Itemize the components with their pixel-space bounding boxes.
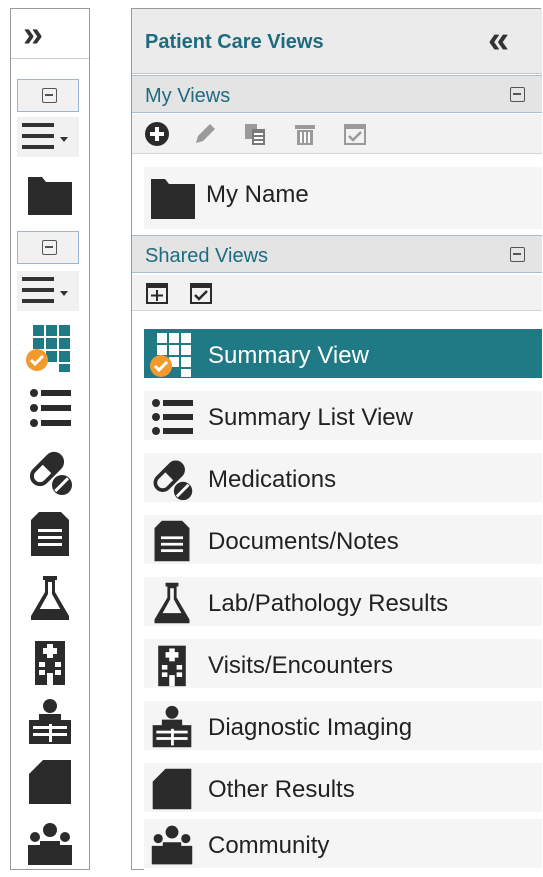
summary-grid-icon xyxy=(149,332,195,378)
page-icon xyxy=(149,766,195,812)
shared-view-label: Medications xyxy=(208,466,337,493)
flask-icon xyxy=(149,580,195,626)
shared-view-medications[interactable]: Medications xyxy=(144,453,542,504)
my-views-label: My Views xyxy=(145,85,231,107)
my-views-header[interactable]: My Views xyxy=(132,75,542,113)
shared-view-diagnostic-imaging[interactable]: Diagnostic Imaging xyxy=(144,701,542,752)
list-icon[interactable] xyxy=(25,383,75,433)
document-icon xyxy=(149,518,195,564)
add-icon[interactable] xyxy=(144,121,170,147)
shared-view-other-results[interactable]: Other Results xyxy=(144,763,542,814)
minimize-shared-views-button[interactable] xyxy=(17,231,79,264)
folder-icon xyxy=(149,175,197,221)
my-views-item[interactable]: My Name xyxy=(144,167,542,229)
shared-view-label: Community xyxy=(208,832,330,859)
shared-view-label: Lab/Pathology Results xyxy=(208,590,449,617)
document-icon[interactable] xyxy=(25,509,75,559)
shared-views-toolbar xyxy=(132,275,542,311)
hospital-icon xyxy=(149,642,195,688)
minimize-my-views-button[interactable] xyxy=(17,79,79,112)
shared-view-summary-list-view[interactable]: Summary List View xyxy=(144,391,542,442)
expand-sidebar-button[interactable]: » xyxy=(11,9,89,59)
list-icon xyxy=(149,394,195,440)
shared-views-menu-button[interactable] xyxy=(17,271,79,311)
shared-view-documents-notes[interactable]: Documents/Notes xyxy=(144,515,542,566)
my-views-folder-icon[interactable] xyxy=(25,169,75,219)
shared-view-lab-pathology-results[interactable]: Lab/Pathology Results xyxy=(144,577,542,628)
shared-view-label: Diagnostic Imaging xyxy=(208,714,413,741)
minimize-icon[interactable] xyxy=(510,247,525,262)
imaging-icon[interactable] xyxy=(25,697,75,747)
menu-dropdown-icon xyxy=(22,123,68,149)
patient-care-views-panel: Patient Care Views « My Views My Name Sh… xyxy=(131,8,542,870)
my-views-toolbar xyxy=(132,114,542,154)
shared-view-visits-encounters[interactable]: Visits/Encounters xyxy=(144,639,542,690)
my-views-item-label: My Name xyxy=(206,181,309,208)
collapsed-sidebar: » xyxy=(10,8,90,870)
double-chevron-left-icon: « xyxy=(488,19,510,61)
collapse-panel-button[interactable]: « xyxy=(488,19,509,62)
double-chevron-right-icon: » xyxy=(23,12,44,54)
page-icon[interactable] xyxy=(25,757,75,807)
add-view-icon[interactable] xyxy=(144,280,170,306)
delete-icon[interactable] xyxy=(292,121,318,147)
checklist-icon[interactable] xyxy=(342,121,368,147)
imaging-icon xyxy=(149,704,195,750)
shared-view-summary-view[interactable]: Summary View xyxy=(144,329,542,380)
shared-view-label: Summary View xyxy=(208,342,369,369)
shared-view-label: Visits/Encounters xyxy=(208,652,393,679)
flask-icon[interactable] xyxy=(25,573,75,623)
checklist-icon[interactable] xyxy=(188,280,214,306)
minimize-icon[interactable] xyxy=(510,87,525,102)
pills-icon xyxy=(149,456,195,502)
menu-dropdown-icon xyxy=(22,277,68,303)
shared-views-header[interactable]: Shared Views xyxy=(132,235,542,273)
pills-icon[interactable] xyxy=(25,447,75,497)
hospital-icon[interactable] xyxy=(25,637,75,687)
edit-icon[interactable] xyxy=(192,121,218,147)
community-icon xyxy=(149,822,195,868)
my-views-menu-button[interactable] xyxy=(17,117,79,157)
shared-view-label: Other Results xyxy=(208,776,355,803)
community-icon[interactable] xyxy=(25,819,75,869)
copy-icon[interactable] xyxy=(242,121,268,147)
minimize-icon xyxy=(42,88,57,103)
shared-view-community[interactable]: Community xyxy=(144,819,542,870)
panel-header: Patient Care Views « xyxy=(132,9,542,74)
panel-title: Patient Care Views xyxy=(145,31,324,53)
shared-view-label: Summary List View xyxy=(208,404,413,431)
shared-views-label: Shared Views xyxy=(145,245,269,267)
summary-grid-icon[interactable] xyxy=(25,323,75,373)
minimize-icon xyxy=(42,240,57,255)
shared-view-label: Documents/Notes xyxy=(208,528,399,555)
